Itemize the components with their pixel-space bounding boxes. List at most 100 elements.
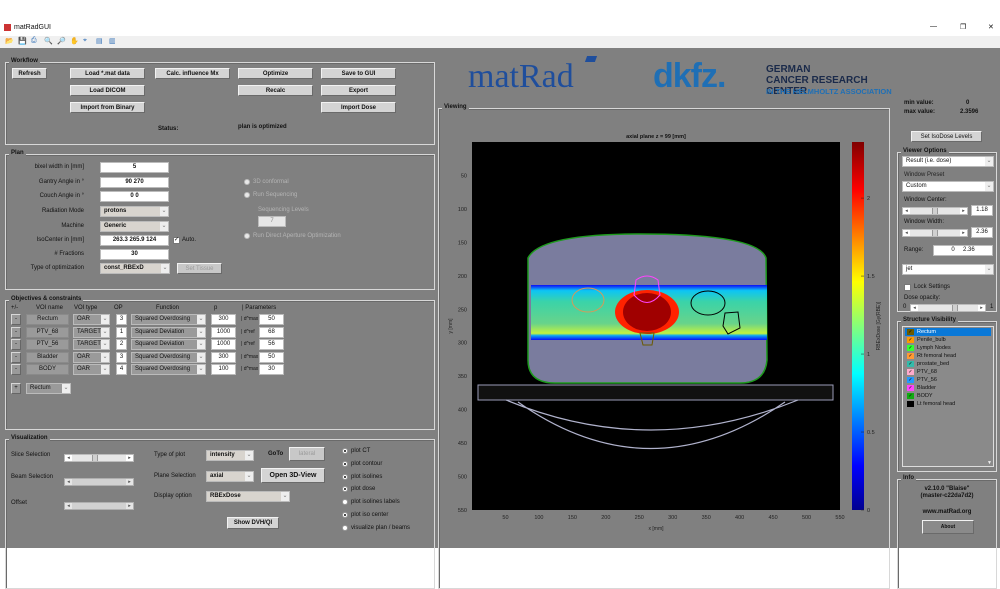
load-mat-button[interactable]: Load *.mat data (70, 68, 145, 79)
arrow-left-icon[interactable]: ◂ (903, 208, 910, 214)
plot-option-radio[interactable] (342, 499, 348, 506)
op-input[interactable]: 3 (116, 351, 127, 363)
recalc-button[interactable]: Recalc (238, 85, 313, 96)
open-icon[interactable]: 📂 (5, 37, 14, 45)
machine-select[interactable]: Generic ⌄ (100, 221, 169, 232)
result-select[interactable]: Result (i.e. dose) ⌄ (902, 156, 994, 167)
colorbar-icon[interactable]: ▤ (96, 37, 103, 45)
3d-conformal-radio[interactable] (244, 179, 250, 185)
datacursor-icon[interactable]: ⌖ (83, 37, 87, 45)
visibility-checkbox[interactable]: ✓ (907, 385, 914, 391)
set-tissue-button[interactable]: Set Tissue (177, 263, 222, 274)
minimize-button[interactable]: — (930, 23, 937, 30)
offset-slider[interactable]: ◂ ▸ (64, 502, 134, 510)
run-sequencing-radio[interactable] (244, 192, 250, 198)
function-select[interactable]: Squared Deviation ⌄ (131, 339, 206, 350)
save-to-gui-button[interactable]: Save to GUI (321, 68, 396, 79)
dao-radio[interactable] (244, 233, 250, 239)
structure-item[interactable]: Lt femoral head (905, 400, 991, 408)
penalty-input[interactable]: 300 (211, 351, 236, 363)
function-select[interactable]: Squared Overdosing ⌄ (131, 314, 206, 325)
function-select[interactable]: Squared Overdosing ⌄ (131, 364, 206, 375)
remove-objective-button[interactable]: - (11, 351, 21, 363)
structure-item[interactable]: ✓ Lymph Nodes (905, 344, 991, 352)
open-3d-view-button[interactable]: Open 3D-View (261, 468, 325, 483)
pan-icon[interactable]: ✋ (70, 37, 79, 45)
arrow-left-icon[interactable]: ◂ (65, 503, 72, 509)
auto-isocenter-checkbox[interactable]: ✓ (173, 237, 180, 244)
plane-select[interactable]: axial ⌄ (206, 471, 254, 482)
window-width-slider[interactable]: ◂ ▸ (902, 229, 968, 237)
function-select[interactable]: Squared Overdosing ⌄ (131, 351, 206, 363)
about-button[interactable]: About (922, 520, 974, 534)
lock-settings-checkbox[interactable] (904, 284, 911, 291)
optimize-button[interactable]: Optimize (238, 68, 313, 79)
add-objective-button[interactable]: + (11, 383, 21, 394)
show-dvh-button[interactable]: Show DVH/QI (227, 517, 279, 529)
window-center-input[interactable]: 1.18 (971, 205, 993, 216)
isocenter-input[interactable]: 263.3 265.9 124 (100, 235, 169, 246)
structure-item[interactable]: ✓ BODY (905, 392, 991, 400)
voi-type-select[interactable]: OAR ⌄ (73, 314, 110, 325)
op-input[interactable]: 4 (116, 364, 127, 375)
parameter-input[interactable]: 50 (259, 351, 284, 363)
structure-item[interactable]: ✓ prostate_bed (905, 360, 991, 368)
arrow-right-icon[interactable]: ▸ (126, 455, 133, 461)
import-dose-button[interactable]: Import Dose (321, 102, 396, 113)
window-preset-select[interactable]: Custom ⌄ (902, 181, 994, 192)
structure-item[interactable]: ✓ Rt femoral head (905, 352, 991, 360)
plot-type-select[interactable]: intensity ⌄ (206, 450, 254, 461)
colormap-select[interactable]: jet ⌄ (902, 264, 994, 275)
structure-item[interactable]: ✓ Penile_bulb (905, 336, 991, 344)
website-link[interactable]: www.matRad.org (898, 509, 996, 515)
dose-plot[interactable]: axial plane z = 99 [mm] RBExDose [Gy(RBE… (440, 100, 890, 540)
penalty-input[interactable]: 1000 (211, 326, 236, 338)
slider-thumb[interactable] (932, 230, 938, 236)
export-button[interactable]: Export (321, 85, 396, 96)
arrow-right-icon[interactable]: ▸ (978, 305, 985, 311)
voi-type-select[interactable]: TARGET ⌄ (73, 326, 110, 338)
display-option-select[interactable]: RBExDose ⌄ (206, 491, 290, 502)
voi-type-select[interactable]: OAR ⌄ (73, 351, 110, 363)
plot-option-radio[interactable] (342, 512, 348, 518)
arrow-right-icon[interactable]: ▸ (960, 230, 967, 236)
sequencing-levels-input[interactable]: 7 (258, 216, 286, 227)
structure-item[interactable]: ✓ Rectum (905, 328, 991, 336)
remove-objective-button[interactable]: - (11, 339, 21, 350)
save-icon[interactable]: 💾 (18, 37, 27, 45)
structure-list[interactable]: ▲▼ ✓Rectum✓Penile_bulb✓Lymph Nodes✓Rt fe… (902, 326, 994, 467)
arrow-left-icon[interactable]: ◂ (65, 455, 72, 461)
plot-option-radio[interactable] (342, 473, 348, 480)
print-icon[interactable]: ⎙ (31, 37, 37, 45)
visibility-checkbox[interactable]: ✓ (907, 361, 914, 367)
window-center-slider[interactable]: ◂ ▸ (902, 207, 968, 215)
remove-objective-button[interactable]: - (11, 364, 21, 375)
zoom-out-icon[interactable]: 🔎 (57, 37, 66, 45)
structure-item[interactable]: ✓ PTV_56 (905, 376, 991, 384)
beam-slider[interactable]: ◂ ▸ (64, 478, 134, 486)
parameter-input[interactable]: 30 (259, 364, 284, 375)
visibility-checkbox[interactable]: ✓ (907, 369, 914, 375)
structure-item[interactable]: ✓ PTV_68 (905, 368, 991, 376)
couch-angle-input[interactable]: 0 0 (100, 191, 169, 202)
slider-thumb[interactable] (932, 208, 938, 214)
arrow-left-icon[interactable]: ◂ (65, 479, 72, 485)
function-select[interactable]: Squared Deviation ⌄ (131, 326, 206, 338)
gantry-angle-input[interactable]: 90 270 (100, 177, 169, 188)
remove-objective-button[interactable]: - (11, 326, 21, 338)
voi-type-select[interactable]: TARGET ⌄ (73, 339, 110, 350)
arrow-left-icon[interactable]: ◂ (903, 230, 910, 236)
bixel-width-input[interactable]: 5 (100, 162, 169, 173)
goto-lateral-button[interactable]: lateral (289, 447, 325, 461)
range-input[interactable]: 0 2.36 (933, 245, 993, 256)
parameter-input[interactable]: 68 (259, 326, 284, 338)
arrow-right-icon[interactable]: ▸ (126, 503, 133, 509)
visibility-checkbox[interactable]: ✓ (907, 393, 914, 399)
visibility-checkbox[interactable]: ✓ (907, 329, 914, 335)
visibility-checkbox[interactable]: ✓ (907, 337, 914, 343)
import-binary-button[interactable]: Import from Binary (70, 102, 145, 113)
legend-icon[interactable]: ▥ (109, 37, 116, 45)
penalty-input[interactable]: 100 (211, 364, 236, 375)
plot-option-radio[interactable] (342, 486, 348, 493)
voi-type-select[interactable]: OAR ⌄ (73, 364, 110, 375)
